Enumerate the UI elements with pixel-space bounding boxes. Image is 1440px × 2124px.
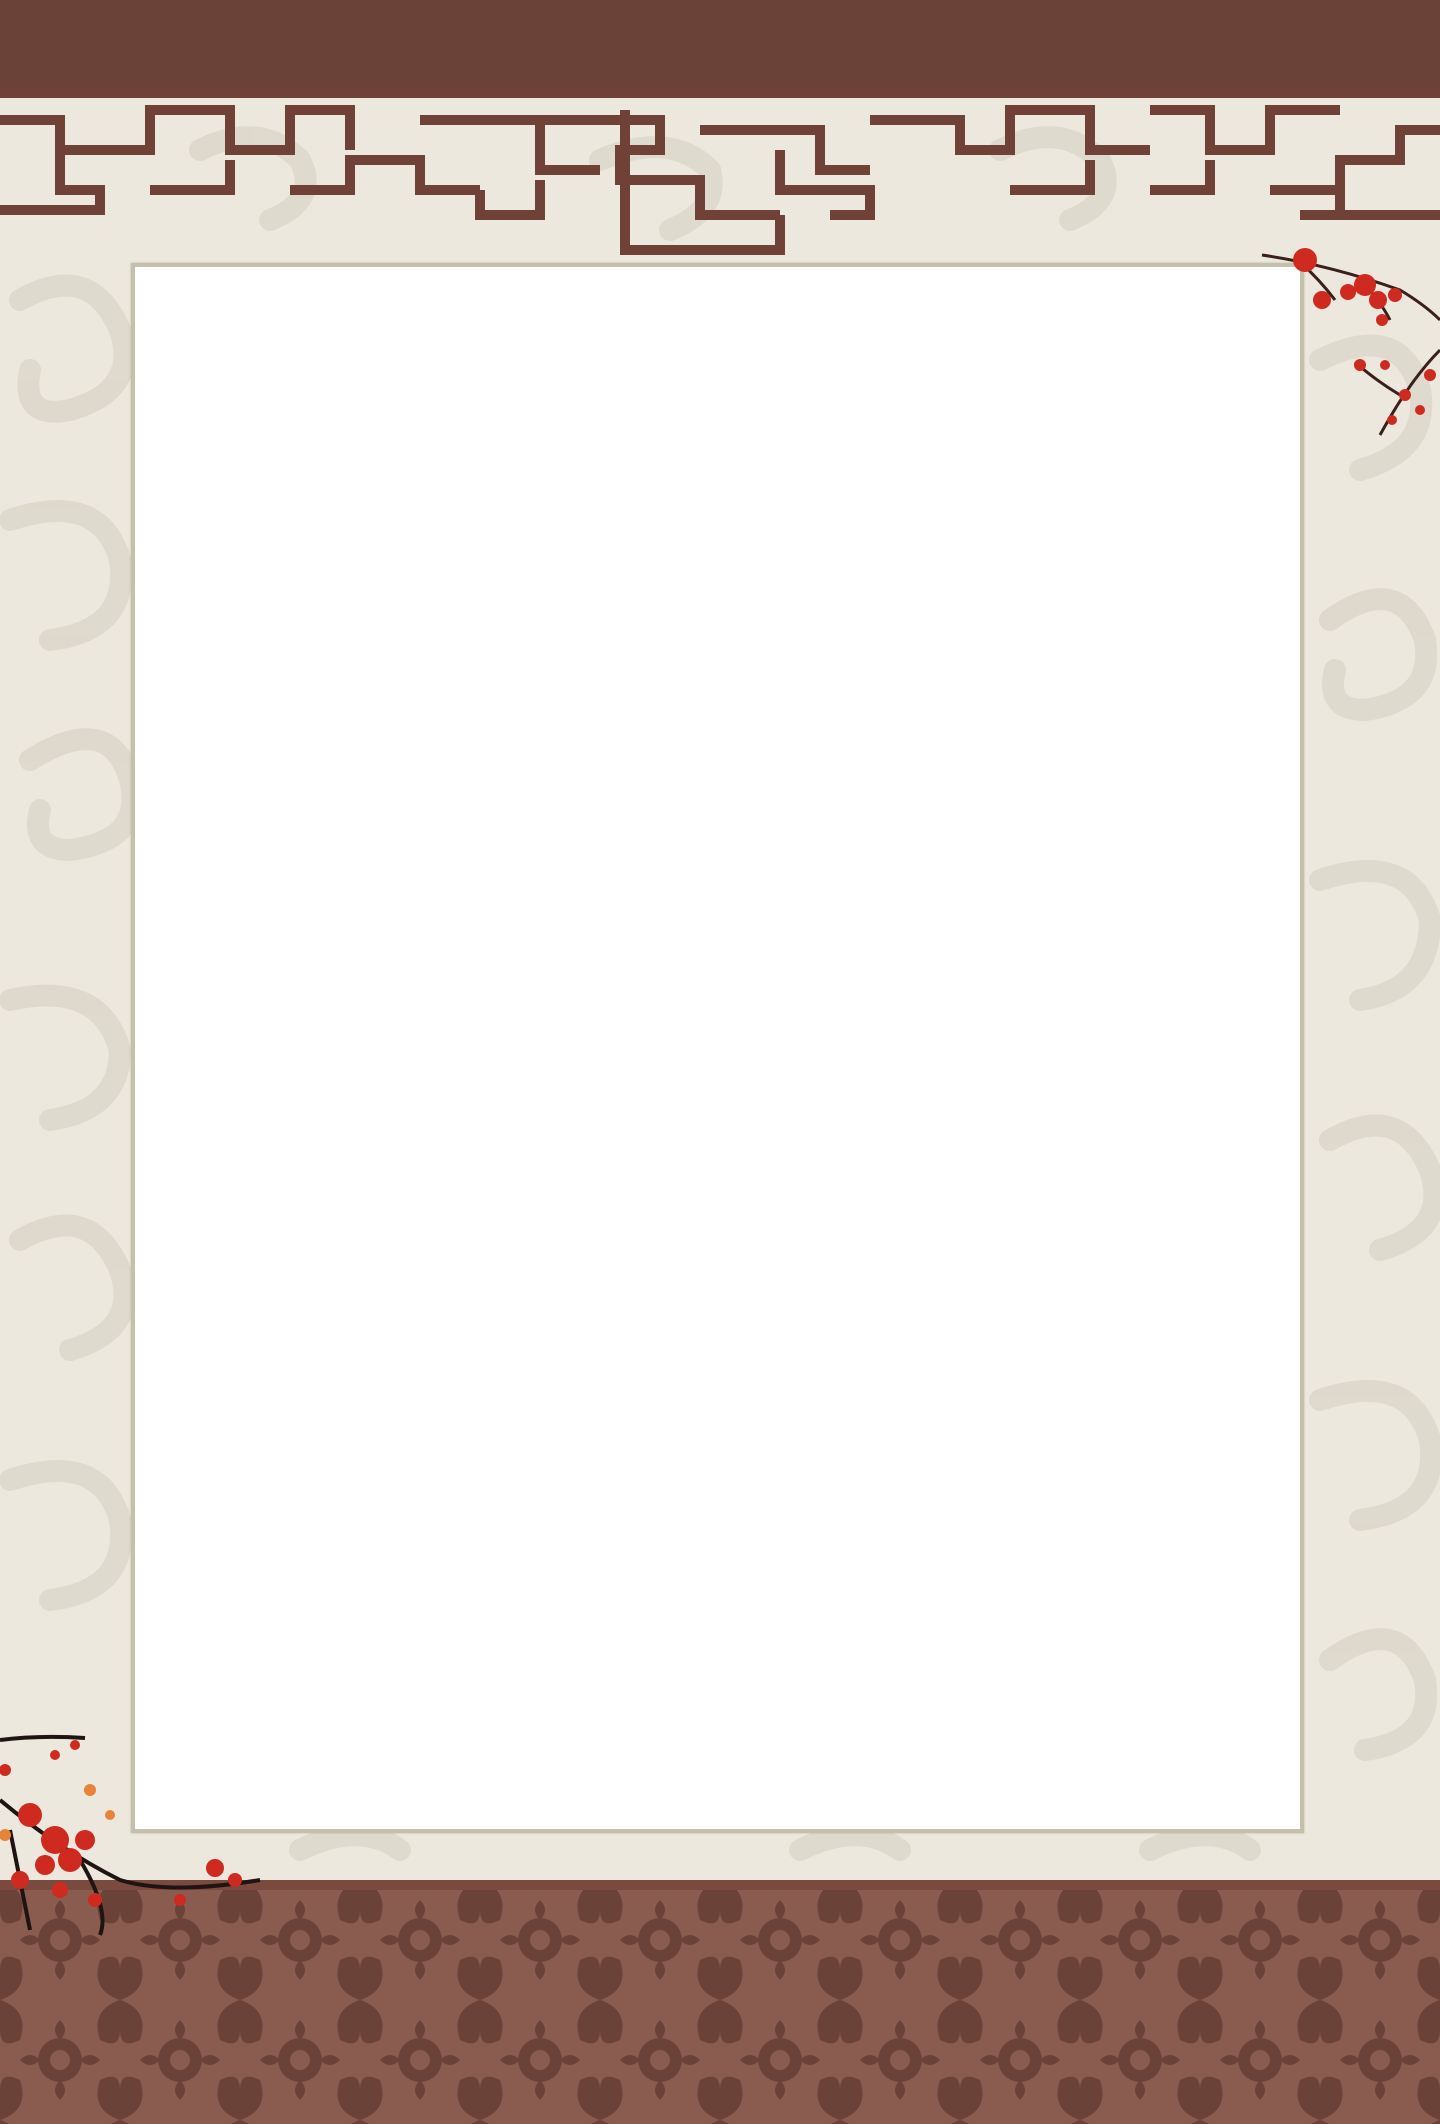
plum-blossom-bottom-left (0, 1734, 261, 1936)
